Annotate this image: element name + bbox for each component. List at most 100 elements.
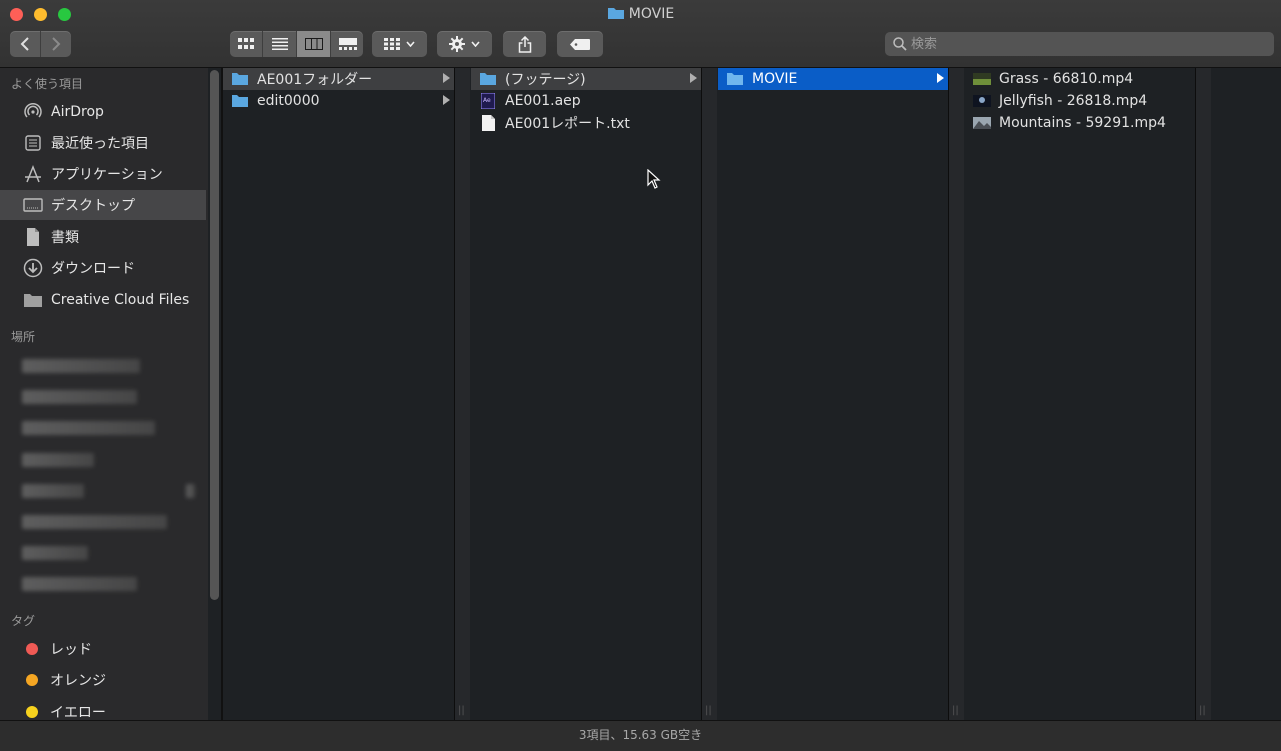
list-item[interactable]: Mountains - 59291.mp4 — [965, 112, 1195, 134]
sidebar-item-applications[interactable]: アプリケーション — [0, 159, 206, 189]
gallery-view-button[interactable] — [331, 31, 364, 57]
sidebar-item-label: ダウンロード — [51, 261, 135, 277]
sidebar-item-recents[interactable]: 最近使った項目 — [0, 128, 206, 158]
item-label: AE001.aep — [505, 93, 581, 109]
share-button[interactable] — [503, 31, 546, 57]
list-item[interactable]: edit0000 — [223, 90, 454, 112]
search-input[interactable] — [907, 35, 1253, 53]
video-thumbnail-icon — [973, 93, 991, 109]
window-title: MOVIE — [0, 6, 1281, 24]
sidebar-section-header-favorites: よく使う項目 — [11, 77, 84, 91]
finder-window: MOVIE 検索 よく使う項目 AirDrop 最近使った項目 アプリケーション… — [0, 0, 1281, 751]
desktop-icon — [22, 194, 44, 216]
sidebar-item-label: イエロー — [50, 705, 106, 720]
sidebar-item-label: AirDrop — [51, 104, 104, 120]
list-item[interactable]: (フッテージ) — [471, 68, 701, 90]
list-view-button[interactable] — [263, 31, 297, 57]
sidebar-item-location-blurred[interactable] — [22, 577, 137, 591]
list-item[interactable]: MOVIE — [718, 68, 948, 90]
sidebar-item-downloads[interactable]: ダウンロード — [0, 253, 206, 283]
gallery-icon — [338, 38, 357, 50]
gear-icon — [449, 36, 465, 52]
group-by-button[interactable] — [372, 31, 427, 57]
sidebar-item-location-blurred[interactable] — [22, 453, 94, 467]
sidebar-item-location-blurred[interactable] — [22, 484, 84, 498]
text-file-icon — [479, 115, 497, 131]
status-bar: 3項目、15.63 GB空き — [0, 720, 1281, 751]
toolbar: MOVIE — [0, 0, 1281, 68]
columns-icon — [304, 38, 323, 50]
disclosure-arrow-icon — [937, 73, 944, 83]
share-icon — [518, 35, 531, 53]
tag-icon — [570, 38, 590, 50]
folder-icon — [479, 71, 497, 87]
sidebar-item-location-blurred[interactable] — [22, 390, 137, 404]
svg-text:Ae: Ae — [483, 97, 491, 104]
documents-icon — [22, 226, 44, 248]
grid-icon — [237, 38, 254, 49]
item-label: edit0000 — [257, 93, 320, 109]
back-button[interactable] — [10, 31, 41, 57]
window-title-text: MOVIE — [628, 6, 675, 22]
edit-tags-button[interactable] — [557, 31, 603, 57]
list-item[interactable]: Jellyfish - 26818.mp4 — [965, 90, 1195, 112]
list-item[interactable]: AE001フォルダー — [223, 68, 454, 90]
grid-icon — [384, 38, 400, 50]
sidebar-item-tag-orange[interactable]: オレンジ — [0, 665, 206, 695]
list-item[interactable]: Grass - 66810.mp4 — [965, 68, 1195, 90]
mouse-cursor-icon — [647, 168, 661, 193]
recents-icon — [22, 132, 44, 154]
tag-dot-icon — [26, 674, 38, 686]
tag-dot-icon — [26, 706, 38, 718]
column-resize-handle[interactable] — [702, 68, 717, 720]
sidebar: よく使う項目 AirDrop 最近使った項目 アプリケーション デスクトップ 書… — [0, 68, 208, 720]
list-item[interactable]: AE001レポート.txt — [471, 112, 701, 134]
sidebar-item-label: デスクトップ — [51, 198, 135, 214]
item-label: AE001フォルダー — [257, 72, 373, 88]
list-icon — [271, 38, 288, 50]
item-label: (フッテージ) — [505, 72, 586, 88]
disclosure-arrow-icon — [443, 73, 450, 83]
sidebar-item-label: 書類 — [51, 230, 79, 246]
sidebar-item-label: Creative Cloud Files — [51, 292, 190, 308]
disclosure-arrow-icon — [443, 95, 450, 105]
view-mode-control — [230, 31, 363, 57]
column-resize-handle[interactable] — [455, 68, 470, 720]
nav-buttons — [10, 31, 71, 57]
browser-column-empty — [1212, 68, 1281, 720]
sidebar-item-location-blurred[interactable] — [22, 546, 88, 560]
browser-column-2: (フッテージ) Ae AE001.aep AE001レポート.txt — [471, 68, 702, 720]
column-resize-handle[interactable] — [949, 68, 964, 720]
action-menu-button[interactable] — [437, 31, 492, 57]
sidebar-item-tag-yellow[interactable]: イエロー — [0, 697, 206, 720]
list-item[interactable]: Ae AE001.aep — [471, 90, 701, 112]
disclosure-arrow-icon — [690, 73, 697, 83]
sidebar-item-label: アプリケーション — [51, 167, 163, 183]
forward-button[interactable] — [41, 31, 71, 57]
sidebar-section-header-locations: 場所 — [11, 330, 36, 344]
column-view-button[interactable] — [297, 31, 331, 57]
sidebar-item-creative-cloud-files[interactable]: Creative Cloud Files — [0, 285, 206, 315]
sidebar-item-location-blurred[interactable] — [22, 359, 140, 373]
chevron-down-icon — [471, 41, 480, 47]
folder-icon — [607, 6, 625, 24]
sidebar-item-location-blurred[interactable] — [22, 421, 155, 435]
sidebar-item-label: 最近使った項目 — [51, 136, 149, 152]
sidebar-item-documents[interactable]: 書類 — [0, 222, 206, 252]
item-label: Jellyfish - 26818.mp4 — [999, 93, 1148, 109]
search-field[interactable] — [885, 32, 1274, 56]
airdrop-icon — [22, 101, 44, 123]
sidebar-item-airdrop[interactable]: AirDrop — [0, 97, 206, 127]
sidebar-item-location-blurred[interactable] — [22, 515, 167, 529]
sidebar-scrollbar[interactable] — [210, 70, 219, 600]
status-text: 3項目、15.63 GB空き — [578, 728, 703, 742]
icon-view-button[interactable] — [229, 31, 263, 57]
chevron-right-icon — [52, 37, 61, 51]
video-thumbnail-icon — [973, 115, 991, 131]
column-resize-handle[interactable] — [1196, 68, 1211, 720]
eject-icon[interactable] — [186, 484, 195, 498]
search-icon — [893, 37, 907, 51]
sidebar-item-tag-red[interactable]: レッド — [0, 634, 206, 664]
folder-icon — [231, 71, 249, 87]
sidebar-item-desktop[interactable]: デスクトップ — [0, 190, 206, 220]
